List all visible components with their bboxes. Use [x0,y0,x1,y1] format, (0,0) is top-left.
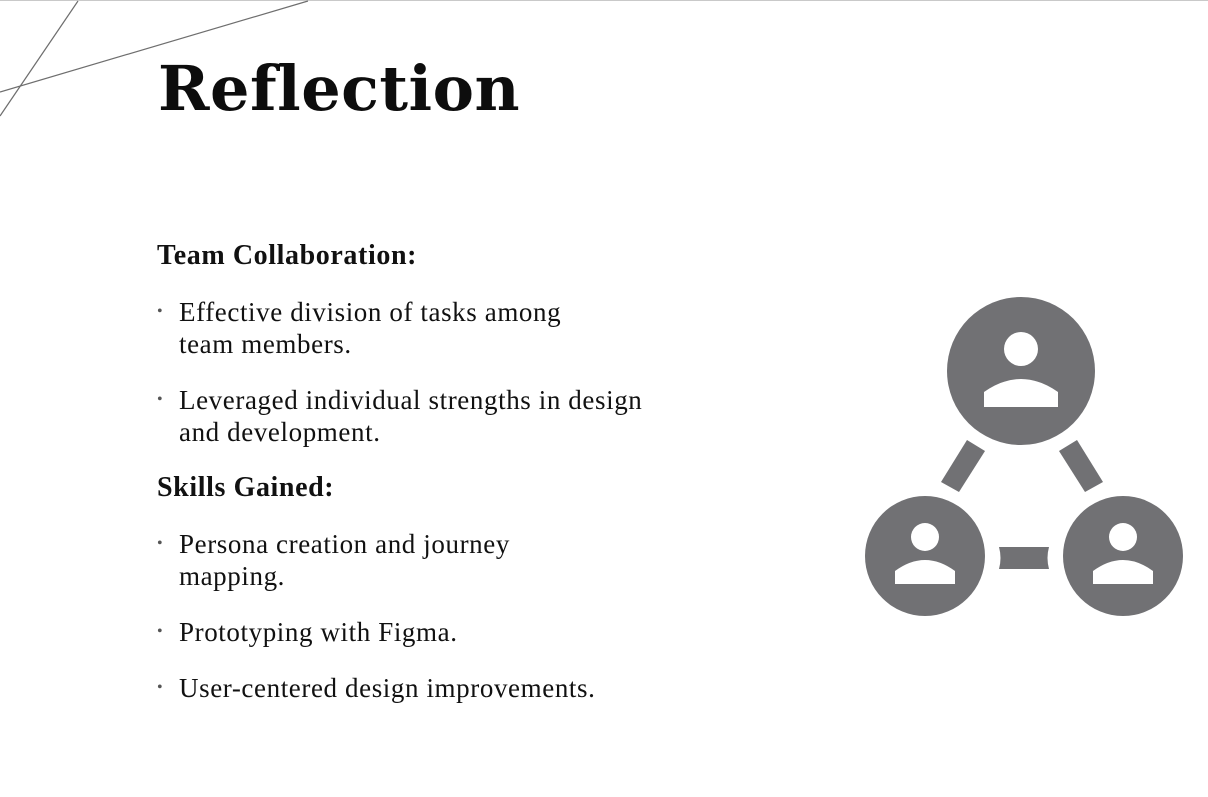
list-item: • Persona creation and journey mapping. [157,528,599,592]
section-skills-gained: Skills Gained: • Persona creation and jo… [157,472,657,704]
list-item: • Effective division of tasks among team… [157,296,619,360]
list-item-text: Effective division of tasks among team m… [179,297,562,359]
section-heading: Team Collaboration: [157,240,418,271]
list-item: • Prototyping with Figma. [157,616,679,648]
connector-right-icon [1059,440,1103,492]
bullet-icon: • [157,391,164,408]
person-circle-right-icon [1063,496,1183,616]
bullet-icon: • [157,535,164,552]
section-team-collaboration: Team Collaboration: • Effective division… [157,240,657,448]
bullet-icon: • [157,303,164,320]
connector-left-icon [941,440,985,492]
bullet-icon: • [157,623,164,640]
bullet-icon: • [157,679,164,696]
list-item-text: Persona creation and journey mapping. [179,529,510,591]
team-network-icon [865,297,1183,616]
person-circle-left-icon [865,496,985,616]
bullet-list: • Effective division of tasks among team… [157,296,657,448]
bullet-list: • Persona creation and journey mapping. … [157,528,657,704]
person-circle-top-icon [947,297,1095,445]
section-heading: Skills Gained: [157,472,335,503]
slide-title: Reflection [158,52,521,125]
list-item-text: User-centered design improvements. [179,673,596,703]
slide-body: Team Collaboration: • Effective division… [157,240,657,728]
list-item: • Leveraged individual strengths in desi… [157,384,649,448]
list-item-text: Prototyping with Figma. [179,617,458,647]
list-item-text: Leveraged individual strengths in design… [179,385,643,447]
list-item: • User-centered design improvements. [157,672,679,704]
connector-bottom-icon [999,547,1049,569]
